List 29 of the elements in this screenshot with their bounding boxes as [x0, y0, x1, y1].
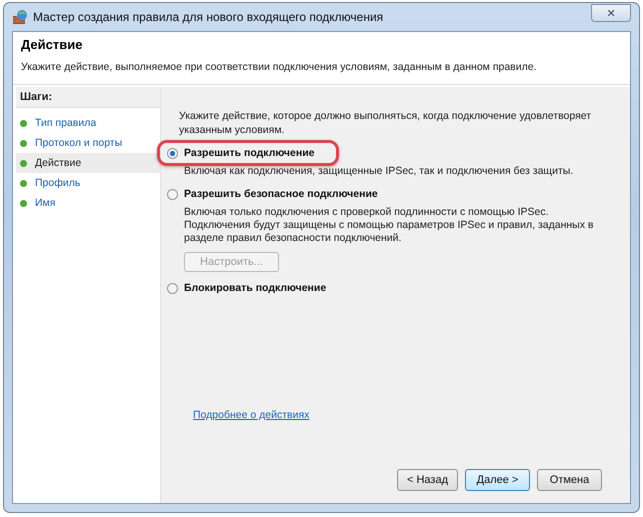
radio-button[interactable] — [167, 148, 178, 158]
radio-button[interactable] — [167, 188, 178, 200]
step-item[interactable]: Протокол и порты — [16, 133, 160, 153]
dialog-button[interactable]: Отмена — [537, 469, 602, 491]
bullet-icon — [20, 160, 27, 166]
help-link[interactable]: Подробнее о действиях — [167, 409, 310, 421]
option-label[interactable]: Блокировать подключение — [184, 282, 326, 294]
close-button[interactable]: ✕ — [591, 4, 631, 22]
option-description: Включая только подключения с проверкой подлинности с помощью IPSec. Подключения будут защищены с помощью параметров IPSec и правил, заданных в разделе правил безопасности подключений. — [183, 206, 594, 245]
page-title: Действие — [21, 37, 84, 52]
steps-header: Шаги: — [16, 87, 160, 108]
dialog-button[interactable]: Далее > — [465, 469, 530, 491]
window-title: Мастер создания правила для нового входящего подключения — [33, 10, 384, 24]
bullet-icon — [20, 140, 27, 146]
bullet-icon — [20, 180, 27, 186]
instruction-text: Укажите действие, которое должно выполняться, когда подключение удовлетворяет указанным условиям. — [178, 109, 592, 137]
bullet-icon — [20, 120, 27, 126]
firewall-icon — [12, 9, 28, 25]
step-item[interactable]: Действие — [16, 153, 160, 173]
option-description: Включая как подключения, защищенные IPSec, так и подключения без защиты. — [183, 165, 574, 178]
step-item[interactable]: Тип правила — [16, 113, 160, 133]
bullet-icon — [20, 200, 27, 206]
option-label[interactable]: Разрешить подключение — [184, 147, 315, 159]
page-description: Укажите действие, выполняемое при соответствии подключения условиям, заданным в данном правиле. — [21, 61, 538, 73]
dialog-button[interactable]: < Назад — [397, 469, 458, 491]
step-item[interactable]: Профиль — [16, 173, 160, 193]
option-label[interactable]: Разрешить безопасное подключение — [184, 188, 378, 200]
radio-button[interactable] — [167, 282, 178, 294]
step-item[interactable]: Имя — [16, 193, 160, 213]
